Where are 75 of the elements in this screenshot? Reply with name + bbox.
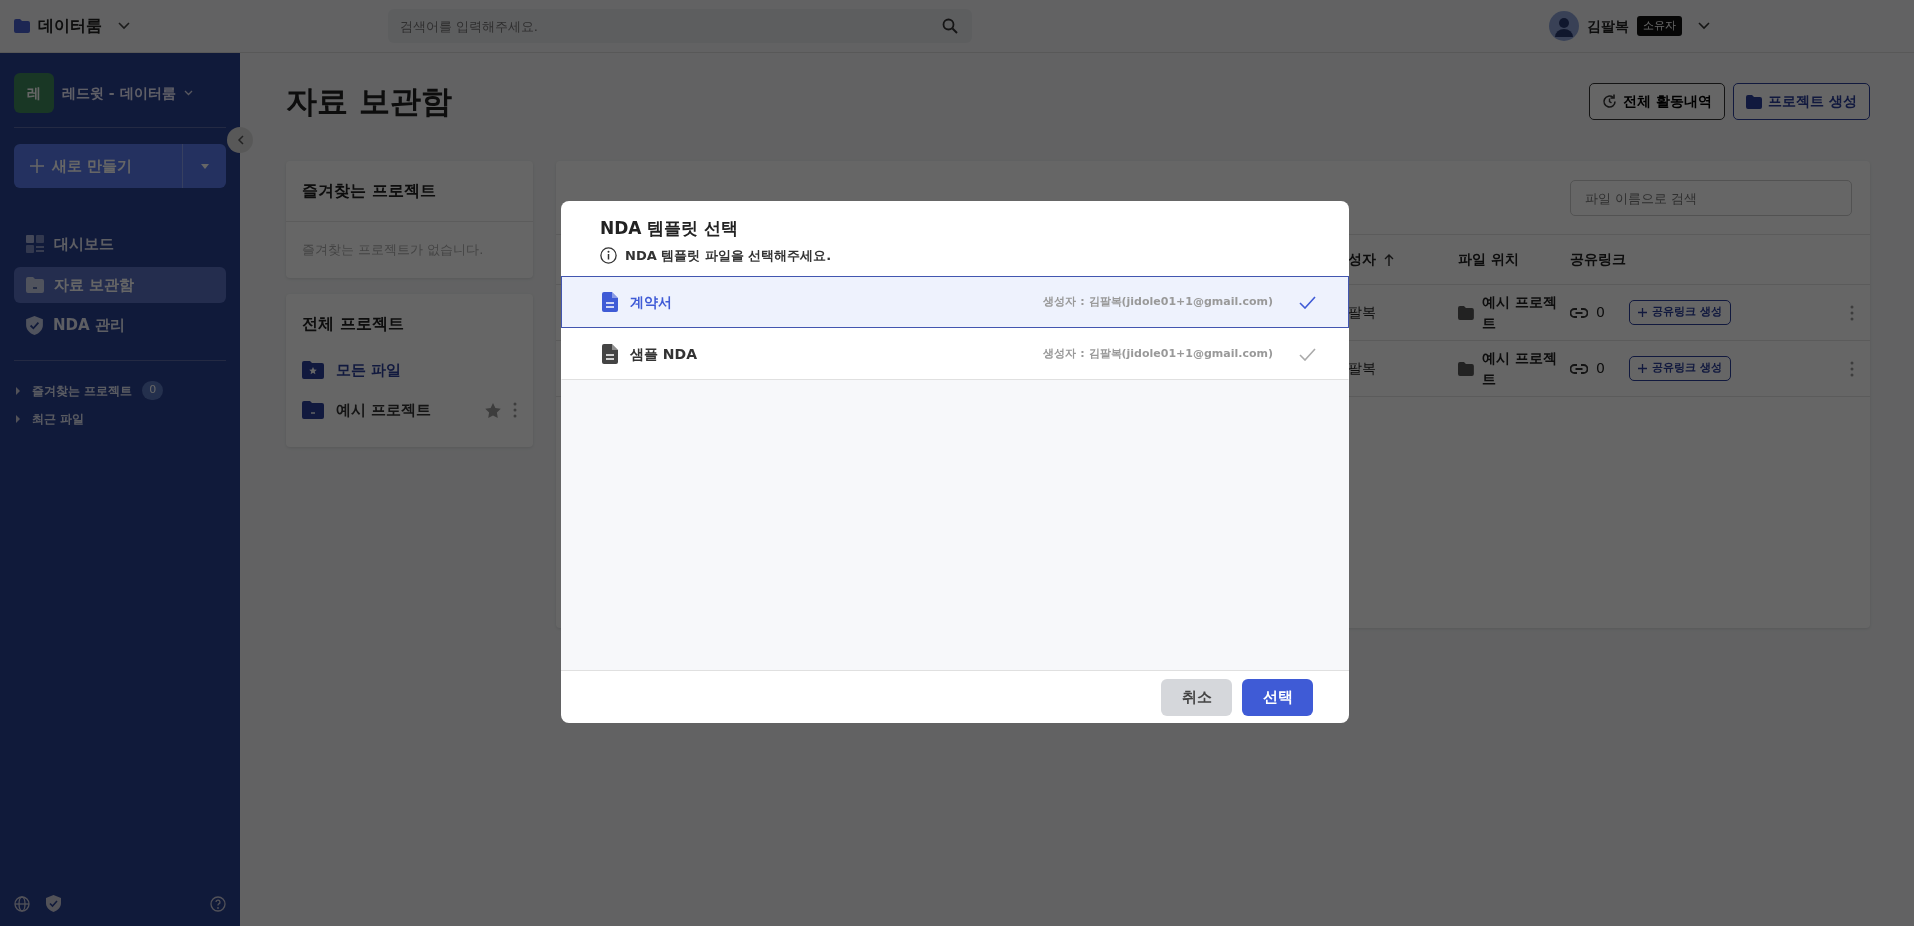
collapse-button[interactable]: [227, 127, 253, 153]
sort-arrow-icon[interactable]: [1384, 253, 1394, 266]
workspace-name[interactable]: 레드윗 - 데이터룸: [62, 82, 176, 104]
link-icon: [1570, 363, 1588, 374]
tree-item[interactable]: 최근 파일: [26, 404, 91, 433]
more-icon[interactable]: [1850, 304, 1854, 321]
plus-icon: [1637, 308, 1647, 317]
dialog-hint: NDA 템플릿 파일을 선택해주세요.: [625, 246, 832, 265]
link-icon: [1570, 307, 1588, 318]
chevron-down-icon[interactable]: [118, 22, 130, 30]
card-title: 전체 프로젝트: [301, 312, 405, 335]
chevron-down-icon[interactable]: [1698, 22, 1710, 30]
dashboard-icon: [26, 235, 44, 254]
project-item[interactable]: 예시 프로젝트: [286, 390, 533, 431]
column-header: 성자: [1348, 250, 1376, 269]
table-cell-text: 예시 프로젝트: [1481, 348, 1558, 389]
more-icon[interactable]: [1850, 360, 1854, 377]
caret-icon: [200, 163, 209, 169]
document-icon: [602, 344, 618, 364]
shield-icon: [26, 315, 43, 335]
avatar-icon[interactable]: [1549, 11, 1579, 41]
template-name: 샘플 NDA: [630, 344, 698, 364]
user-name: 김팔복: [1587, 16, 1629, 36]
dialog-title: NDA 템플릿 선택: [600, 217, 740, 240]
folder-icon: [1746, 94, 1763, 109]
action-button[interactable]: 전체 활동내역: [1589, 83, 1726, 120]
star-folder-icon: [302, 360, 324, 379]
template-name: 계약서: [630, 292, 672, 312]
folder-icon: [302, 401, 324, 420]
check-icon: [1299, 295, 1316, 309]
more-icon[interactable]: [513, 402, 517, 419]
create-link-button[interactable]: 공유링크 생성: [1628, 300, 1731, 325]
creator-label: 생성자 : 김팔복(jidole01+1@gmail.com): [1043, 345, 1273, 362]
cancel-button[interactable]: 취소: [1161, 678, 1232, 716]
search-icon[interactable]: [941, 18, 958, 34]
link-count: 0: [1596, 359, 1605, 378]
workspace-avatar: 레: [14, 73, 54, 113]
nav-item[interactable]: 자료 보관함: [14, 266, 226, 303]
template-row[interactable]: 계약서 생성자 : 김팔복(jidole01+1@gmail.com): [561, 276, 1349, 328]
action-button[interactable]: 프로젝트 생성: [1733, 83, 1870, 120]
table-cell-text: 예시 프로젝트: [1481, 292, 1558, 333]
count-badge: 0: [142, 381, 164, 400]
plus-icon: [1637, 364, 1647, 373]
create-link-button[interactable]: 공유링크 생성: [1628, 356, 1731, 381]
column-header: 파일 위치: [1458, 250, 1519, 269]
folder-icon: [26, 276, 44, 293]
chevron-left-icon: [236, 135, 244, 145]
table-cell: 팔복: [1348, 360, 1376, 376]
folder-icon: [1458, 305, 1474, 320]
caret-icon[interactable]: [14, 414, 22, 423]
history-icon: [1602, 94, 1618, 109]
page-title: 자료 보관함: [286, 82, 452, 121]
workspace-title: 데이터룸: [38, 15, 102, 37]
tree-item[interactable]: 즐겨찾는 프로젝트: [26, 376, 139, 405]
card-title: 즐겨찾는 프로젝트: [286, 161, 533, 222]
check-icon: [1299, 347, 1316, 361]
document-icon: [602, 292, 618, 312]
globe-icon[interactable]: [14, 895, 30, 912]
select-button[interactable]: 선택: [1242, 678, 1313, 716]
nav-item[interactable]: NDA 관리: [14, 307, 226, 344]
caret-icon[interactable]: [14, 386, 22, 395]
folder-icon: [14, 19, 30, 33]
info-icon: [600, 246, 617, 264]
role-badge: 소유자: [1637, 15, 1682, 37]
link-count: 0: [1596, 303, 1605, 322]
star-icon[interactable]: [485, 402, 501, 418]
nav-item[interactable]: 대시보드: [14, 226, 226, 263]
column-header: 공유링크: [1570, 250, 1626, 269]
table-cell: 팔복: [1348, 304, 1376, 320]
help-icon[interactable]: [210, 895, 226, 912]
folder-icon: [1458, 361, 1474, 376]
plus-icon: [30, 159, 44, 173]
project-item[interactable]: 모든 파일: [286, 349, 533, 390]
creator-label: 생성자 : 김팔복(jidole01+1@gmail.com): [1043, 293, 1273, 310]
shield-icon[interactable]: [46, 895, 61, 912]
